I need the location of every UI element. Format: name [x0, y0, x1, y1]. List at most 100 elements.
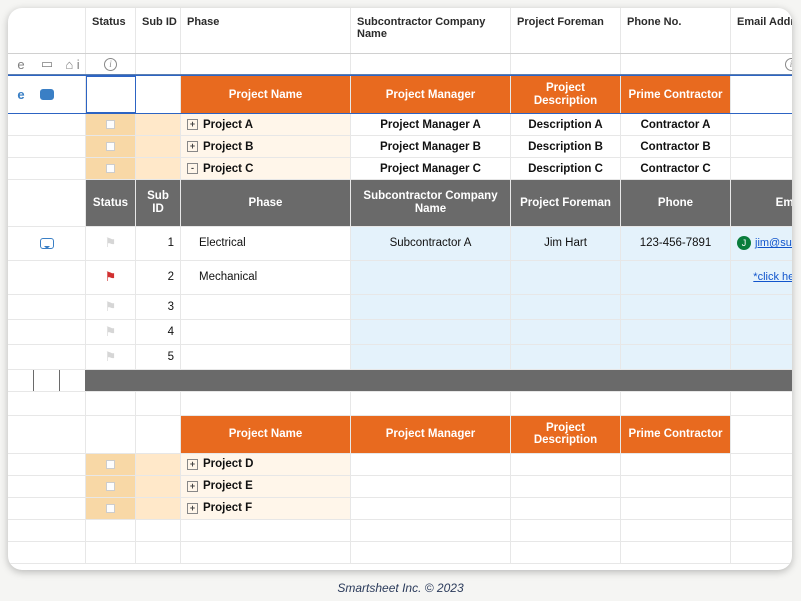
sub-id-cell[interactable]: 4: [136, 320, 181, 344]
phone-cell[interactable]: [621, 295, 731, 319]
col-phase[interactable]: Phase: [181, 8, 351, 53]
hdr2-project-manager: Project Manager: [351, 416, 511, 453]
email-cell[interactable]: [731, 295, 792, 319]
phase-cell[interactable]: [181, 320, 351, 344]
project-name-cell[interactable]: +Project D: [181, 454, 351, 475]
col-sub-company[interactable]: Subcontractor Company Name: [351, 8, 511, 53]
project-desc-cell[interactable]: Description A: [511, 114, 621, 135]
foreman-cell[interactable]: [511, 320, 621, 344]
sub-id-cell[interactable]: 1: [136, 227, 181, 260]
project-name-cell[interactable]: +Project F: [181, 498, 351, 519]
project-desc-cell[interactable]: Description C: [511, 158, 621, 179]
sub-id-cell[interactable]: 5: [136, 345, 181, 369]
sub-id-cell[interactable]: 2: [136, 261, 181, 294]
email-link[interactable]: jim@subcon: [755, 237, 792, 249]
checkbox-icon[interactable]: [106, 504, 115, 513]
project-name-cell[interactable]: -Project C: [181, 158, 351, 179]
company-cell[interactable]: [351, 295, 511, 319]
project-prime-cell[interactable]: Contractor A: [621, 114, 731, 135]
flag-icon: ⚑: [105, 299, 117, 315]
selected-cell[interactable]: [86, 76, 136, 113]
project-row[interactable]: +Project E: [8, 476, 792, 498]
expand-toggle[interactable]: +: [187, 481, 198, 492]
email-cell[interactable]: [731, 320, 792, 344]
email-cell[interactable]: *click here for c list: [731, 261, 792, 294]
checkbox-icon[interactable]: [106, 460, 115, 469]
company-cell[interactable]: [351, 261, 511, 294]
indicator-row: e ▭ ⌂ i i i: [8, 54, 792, 75]
checkbox-icon[interactable]: [106, 120, 115, 129]
company-cell[interactable]: Subcontractor A: [351, 227, 511, 260]
status-info[interactable]: i: [86, 54, 136, 74]
phone-cell[interactable]: [621, 320, 731, 344]
expand-toggle[interactable]: +: [187, 459, 198, 470]
expand-toggle[interactable]: +: [187, 503, 198, 514]
sub-row[interactable]: ⚑4: [8, 320, 792, 345]
phase-cell[interactable]: [181, 345, 351, 369]
foreman-cell[interactable]: [511, 261, 621, 294]
project-name-cell[interactable]: +Project B: [181, 136, 351, 157]
column-header-row: Status Sub ID Phase Subcontractor Compan…: [8, 8, 792, 54]
sub-row[interactable]: ⚑1ElectricalSubcontractor AJim Hart123-4…: [8, 227, 792, 261]
email-cell[interactable]: [731, 345, 792, 369]
company-cell[interactable]: [351, 345, 511, 369]
phase-cell[interactable]: [181, 295, 351, 319]
section-header-1[interactable]: e Project Name Project Manager Project D…: [8, 75, 792, 114]
foreman-cell[interactable]: Jim Hart: [511, 227, 621, 260]
project-row[interactable]: -Project CProject Manager CDescription C…: [8, 158, 792, 180]
sub-col-phone: Phone: [621, 180, 731, 225]
sub-col-email: Email: [731, 180, 792, 225]
project-row[interactable]: +Project AProject Manager ADescription A…: [8, 114, 792, 136]
phone-cell[interactable]: [621, 345, 731, 369]
flag-cell[interactable]: ⚑: [86, 320, 136, 344]
phase-cell[interactable]: Electrical: [181, 227, 351, 260]
checkbox-icon[interactable]: [106, 142, 115, 151]
sub-col-foreman: Project Foreman: [511, 180, 621, 225]
flag-cell[interactable]: ⚑: [86, 295, 136, 319]
flag-cell[interactable]: ⚑: [86, 227, 136, 260]
project-row[interactable]: +Project BProject Manager BDescription B…: [8, 136, 792, 158]
sub-row[interactable]: ⚑3: [8, 295, 792, 320]
company-cell[interactable]: [351, 320, 511, 344]
comment-icon[interactable]: [40, 89, 54, 100]
checkbox-icon[interactable]: [106, 482, 115, 491]
project-row[interactable]: +Project D: [8, 454, 792, 476]
project-desc-cell[interactable]: Description B: [511, 136, 621, 157]
flag-cell[interactable]: ⚑: [86, 345, 136, 369]
project-prime-cell[interactable]: Contractor B: [621, 136, 731, 157]
project-manager-cell[interactable]: Project Manager C: [351, 158, 511, 179]
col-sub-id[interactable]: Sub ID: [136, 8, 181, 53]
expand-toggle[interactable]: +: [187, 141, 198, 152]
comment-icon[interactable]: [40, 238, 54, 249]
checkbox-icon[interactable]: [106, 164, 115, 173]
sub-id-cell[interactable]: 3: [136, 295, 181, 319]
col-email[interactable]: Email Address: [731, 8, 792, 53]
sub-row[interactable]: ⚑5: [8, 345, 792, 370]
project-manager-cell[interactable]: Project Manager B: [351, 136, 511, 157]
phone-cell[interactable]: 123-456-7891: [621, 227, 731, 260]
phone-cell[interactable]: [621, 261, 731, 294]
section-header-2[interactable]: Project Name Project Manager Project Des…: [8, 416, 792, 454]
expand-toggle[interactable]: -: [187, 163, 198, 174]
sub-row[interactable]: ⚑ 2Mechanical *click here for c list: [8, 261, 792, 295]
email-info[interactable]: i: [731, 54, 792, 74]
project-row[interactable]: +Project F: [8, 498, 792, 520]
avatar: J: [737, 236, 751, 250]
flag-icon: ⚑: [105, 269, 117, 285]
project-name-cell[interactable]: +Project E: [181, 476, 351, 497]
project-prime-cell[interactable]: Contractor C: [621, 158, 731, 179]
col-status[interactable]: Status: [86, 8, 136, 53]
grey-spacer: [8, 370, 792, 392]
click-here-link[interactable]: *click here for c list: [737, 271, 792, 283]
project-name-cell[interactable]: +Project A: [181, 114, 351, 135]
col-foreman[interactable]: Project Foreman: [511, 8, 621, 53]
flag-cell[interactable]: ⚑: [86, 261, 136, 294]
project-manager-cell[interactable]: Project Manager A: [351, 114, 511, 135]
foreman-cell[interactable]: [511, 345, 621, 369]
email-cell[interactable]: Jjim@subcon: [731, 227, 792, 260]
col-phone[interactable]: Phone No.: [621, 8, 731, 53]
hdr2-prime-contractor: Prime Contractor: [621, 416, 731, 453]
expand-toggle[interactable]: +: [187, 119, 198, 130]
phase-cell[interactable]: Mechanical: [181, 261, 351, 294]
foreman-cell[interactable]: [511, 295, 621, 319]
